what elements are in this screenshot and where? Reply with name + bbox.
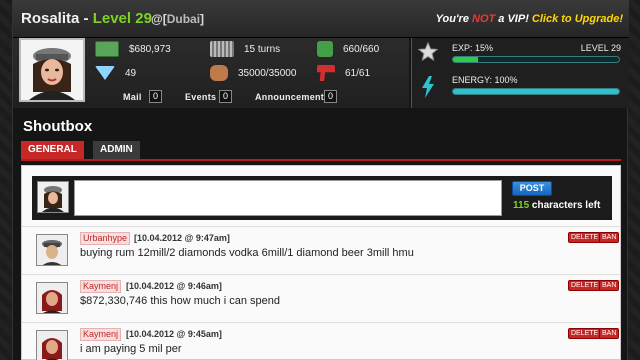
stat-health-value: 660/660 (343, 43, 380, 55)
city-prefix: @[ (151, 12, 167, 26)
shout-input[interactable] (74, 180, 502, 216)
mail-link[interactable]: Mail (123, 92, 142, 102)
exp-label: EXP: 15% (452, 43, 494, 53)
tab-admin[interactable]: ADMIN (93, 141, 140, 159)
vip-upgrade-banner: You're NOT a VIP! Click to Upgrade! (436, 13, 623, 25)
stat-strength: 35000/35000 (210, 64, 296, 82)
delete-button[interactable]: DELETE (568, 280, 602, 291)
shoutbox-panel: POST 115 characters left Urbanhype [10.0… (21, 165, 621, 360)
post-button[interactable]: POST (512, 181, 552, 196)
events-link[interactable]: Events (185, 92, 216, 102)
mail-count[interactable]: 0 (149, 90, 162, 103)
message-avatar[interactable] (36, 330, 68, 360)
star-icon (418, 42, 438, 62)
stat-health: 660/660 (317, 40, 379, 58)
message-username[interactable]: Urbanhype (80, 232, 131, 245)
shout-message: Kaymenj [10.04.2012 @ 9:46am] $872,330,7… (22, 274, 620, 322)
message-timestamp: [10.04.2012 @ 9:45am] (126, 329, 222, 339)
vip-text-pre: You're (435, 13, 472, 25)
announcements-link[interactable]: Announcements (255, 92, 329, 102)
avatar-portrait-icon (21, 40, 83, 100)
chars-left-count: 115 (513, 200, 530, 211)
ban-button[interactable]: BAN (599, 232, 620, 243)
vip-text-mid: a VIP! (495, 13, 532, 25)
player-name: Rosalita (21, 10, 80, 27)
player-avatar[interactable] (19, 38, 85, 102)
energy-bar (452, 88, 620, 95)
vip-upgrade-link[interactable]: Click to Upgrade! (532, 13, 623, 25)
shoutbox-title: Shoutbox (23, 118, 93, 135)
message-timestamp: [10.04.2012 @ 9:47am] (134, 233, 230, 243)
ban-button[interactable]: BAN (599, 328, 620, 339)
message-username[interactable]: Kaymenj (80, 280, 122, 293)
delete-button[interactable]: DELETE (568, 232, 602, 243)
game-frame: Rosalita - Level 29 @[Dubai] You're NOT … (12, 0, 629, 360)
stat-cash: $680,973 (95, 40, 171, 58)
message-timestamp: [10.04.2012 @ 9:46am] (126, 281, 222, 291)
stat-turns: 15 turns (210, 40, 280, 58)
message-text: buying rum 12mill/2 diamonds vodka 6mill… (80, 247, 414, 259)
stat-cash-value: $680,973 (129, 43, 171, 55)
message-avatar[interactable] (36, 234, 68, 266)
message-username[interactable]: Kaymenj (80, 328, 122, 341)
exp-bar (452, 56, 620, 63)
compose-bar: POST 115 characters left (32, 176, 612, 220)
avatar-portrait-icon (37, 283, 67, 313)
avatar-portrait-icon (38, 182, 68, 212)
announcements-count[interactable]: 0 (324, 90, 337, 103)
progress-panel: EXP: 15% LEVEL 29 ENERGY: 100% (411, 38, 629, 108)
energy-bar-fill (453, 89, 619, 94)
chars-left-text: characters left (529, 200, 601, 211)
medkit-icon (317, 41, 333, 57)
exp-bar-fill (453, 57, 478, 62)
message-avatar[interactable] (36, 282, 68, 314)
player-location[interactable]: @[Dubai] (151, 12, 204, 26)
player-title: Rosalita - Level 29 (21, 10, 152, 27)
top-bar: Rosalita - Level 29 @[Dubai] You're NOT … (13, 0, 629, 38)
turns-icon (210, 41, 234, 57)
city-suffix: ] (200, 12, 205, 26)
compose-avatar (37, 181, 69, 213)
stat-diamonds-value: 49 (125, 67, 137, 79)
tab-underline (21, 159, 621, 161)
city-name: Dubai (166, 12, 201, 26)
diamond-icon (95, 66, 115, 80)
gun-icon (317, 65, 335, 81)
stat-weapons: 61/61 (317, 64, 370, 82)
delete-button[interactable]: DELETE (568, 328, 602, 339)
message-text: i am paying 5 mil per (80, 343, 182, 355)
message-text: $872,330,746 this how much i can spend (80, 295, 280, 307)
player-level: Level 29 (92, 10, 152, 27)
energy-label: ENERGY: 100% (452, 75, 518, 85)
events-count[interactable]: 0 (219, 90, 232, 103)
level-label: LEVEL 29 (580, 43, 621, 53)
ban-button[interactable]: BAN (599, 280, 620, 291)
cash-icon (95, 41, 119, 57)
avatar-portrait-icon (37, 331, 67, 360)
avatar-portrait-icon (37, 235, 67, 265)
stat-turns-value: 15 turns (244, 43, 281, 55)
shout-message: Urbanhype [10.04.2012 @ 9:47am] buying r… (22, 226, 620, 274)
lightning-icon (422, 76, 434, 98)
stat-strength-value: 35000/35000 (238, 67, 297, 79)
vip-not: NOT (472, 13, 496, 25)
stats-panel: $680,973 15 turns 660/660 49 35000/35000… (13, 38, 409, 108)
shout-message: Kaymenj [10.04.2012 @ 9:45am] i am payin… (22, 322, 620, 360)
tab-general[interactable]: GENERAL (21, 141, 84, 159)
stat-weapons-value: 61/61 (345, 67, 371, 79)
title-separator: - (79, 10, 93, 27)
stat-diamonds: 49 (95, 64, 136, 82)
fist-icon (210, 65, 228, 81)
chars-left: 115 characters left (513, 200, 600, 211)
